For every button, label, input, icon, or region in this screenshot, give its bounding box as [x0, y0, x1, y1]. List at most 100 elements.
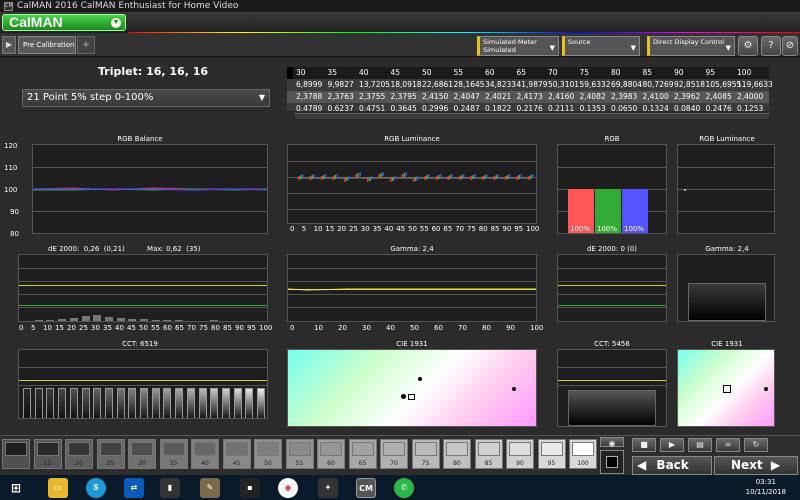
- cct-bar: [69, 388, 78, 418]
- add-tab-button[interactable]: +: [77, 36, 95, 54]
- swatch-color: [414, 442, 437, 456]
- swatch-20[interactable]: 20: [65, 439, 93, 469]
- swatch-85[interactable]: 85: [474, 439, 503, 469]
- table-scrollbar[interactable]: [295, 113, 769, 119]
- swatch-70[interactable]: 70: [380, 439, 408, 469]
- swatch-label: 100: [577, 460, 589, 467]
- table-cell: 0,1353: [579, 104, 606, 111]
- x-tick: 15: [55, 324, 64, 332]
- de-bar: [46, 320, 55, 321]
- app-icon[interactable]: ▪: [240, 478, 260, 498]
- x-tick: 30: [360, 225, 370, 233]
- save-icon[interactable]: ▤: [688, 438, 712, 452]
- luminance-mark: [401, 174, 403, 178]
- stop-button[interactable]: [600, 450, 624, 474]
- teamviewer-icon[interactable]: ⇄: [124, 478, 144, 498]
- luminance-mark: [440, 174, 442, 178]
- luminance-mark: [405, 172, 407, 176]
- tab-pre-calibration[interactable]: Pre Calibration: [18, 36, 76, 54]
- help-icon[interactable]: ?: [761, 36, 781, 56]
- x-tick: 35: [372, 225, 382, 233]
- file-explorer-icon[interactable]: ▭: [48, 478, 68, 498]
- table-cell: 2,3962: [674, 92, 701, 101]
- x-tick: 0: [290, 324, 295, 332]
- skype-icon[interactable]: S: [86, 478, 106, 498]
- whatsapp-icon[interactable]: ✆: [394, 478, 414, 498]
- table-cell: 50: [422, 68, 432, 77]
- chart-app-icon[interactable]: ▮: [160, 478, 180, 498]
- swatch-45[interactable]: 45: [222, 439, 251, 469]
- play-icon[interactable]: ▶: [660, 438, 684, 452]
- swatch-40[interactable]: 40: [191, 439, 219, 469]
- swatch-65[interactable]: 65: [348, 439, 377, 469]
- table-cell: 69,8804: [611, 80, 643, 89]
- swatch-color: [131, 442, 153, 456]
- swatch-80[interactable]: 80: [443, 439, 471, 469]
- green-bar-label: 100%: [597, 225, 618, 233]
- table-row[interactable]: 6,8999 9,9827 13,7205 18,0918 22,6861 28,1645…: [287, 79, 773, 91]
- refresh-icon[interactable]: ↻: [744, 438, 768, 452]
- meter-dropdown[interactable]: Simulated Meter Simulated ▼: [477, 36, 559, 56]
- luminance-mark: [336, 174, 338, 178]
- swatch-color: [5, 442, 27, 456]
- luminance-mark: [325, 174, 327, 178]
- source-dropdown[interactable]: Source ▼: [562, 36, 640, 56]
- swatch-30[interactable]: 30: [128, 439, 156, 469]
- luminance-mark: [394, 176, 396, 180]
- swatch-60[interactable]: 60: [317, 439, 345, 469]
- back-button[interactable]: ◀ Back: [632, 456, 712, 475]
- start-icon[interactable]: ⊞: [6, 478, 26, 498]
- table-cell: 18,0918: [390, 80, 422, 89]
- luminance-mark: [346, 177, 348, 181]
- x-tick: 100: [526, 225, 540, 233]
- stop-icon[interactable]: ■: [632, 438, 656, 452]
- nav-left-button[interactable]: ▶: [2, 36, 16, 54]
- table-cell: 0,1822: [485, 104, 512, 111]
- eye-icon[interactable]: ◉: [600, 437, 624, 448]
- table-row[interactable]: 2,3788 2,3763 2,3755 2,3795 2,4150 2,4047 2,40…: [287, 91, 769, 103]
- x-tick: 55: [151, 324, 160, 332]
- table-cell: 2,4085: [705, 92, 732, 101]
- swatch-color: [351, 442, 374, 456]
- table-cell: 41,9879: [516, 80, 548, 89]
- point-select-dropdown[interactable]: 21 Point 5% step 0-100% ▼: [22, 89, 270, 107]
- swatch-50[interactable]: 50: [254, 439, 282, 469]
- display-control-dropdown[interactable]: Direct Display Control ▼: [647, 36, 735, 56]
- swatch-95[interactable]: 95: [537, 439, 566, 469]
- swatch-75[interactable]: 75: [411, 439, 440, 469]
- swatch-15[interactable]: 15: [33, 439, 62, 469]
- swatch-100[interactable]: 100: [569, 439, 597, 469]
- table-cell: 92,8518: [674, 80, 706, 89]
- table-row[interactable]: 0,4789 0,6237 0,4751 0,3645 0,2996 0,2487 0,18…: [287, 103, 769, 111]
- next-button[interactable]: Next ▶: [714, 456, 798, 475]
- luminance-mark: [495, 175, 497, 179]
- x-tick: 75: [467, 225, 476, 233]
- swatch-35[interactable]: 35: [159, 439, 188, 469]
- paint-icon[interactable]: ✎: [200, 478, 220, 498]
- swatch-55[interactable]: 55: [285, 439, 314, 469]
- de-bar: [257, 321, 265, 322]
- close-icon[interactable]: ⊘: [782, 36, 798, 56]
- x-tick: 5: [31, 324, 36, 332]
- calman-logo-button[interactable]: CalMAN ▼: [2, 14, 126, 31]
- luminance-mark: [359, 172, 361, 176]
- rgb-balance-panel: RGB Balance 120 110 100 90 80: [0, 135, 280, 240]
- calman-task-icon[interactable]: CM: [356, 478, 376, 498]
- swatch-color: [68, 442, 90, 456]
- media-icon[interactable]: ✦: [318, 478, 338, 498]
- de-bar: [175, 320, 184, 321]
- loop-icon[interactable]: ∞: [716, 438, 740, 452]
- cct-bar: [151, 388, 160, 418]
- chrome-icon[interactable]: ◉: [278, 478, 298, 498]
- rgb-balance-lines: [33, 187, 267, 191]
- gamma-plot: [287, 254, 537, 322]
- panel-title: CCT: 6519: [122, 340, 158, 348]
- swatch-label: 30: [138, 460, 146, 467]
- swatch-90[interactable]: 90: [506, 439, 534, 469]
- gear-icon[interactable]: ⚙: [738, 36, 758, 56]
- x-tick: 95: [514, 225, 524, 233]
- swatch-first[interactable]: [2, 439, 30, 469]
- swatch-label: 45: [232, 460, 241, 467]
- table-cell: 70: [548, 68, 558, 77]
- swatch-25[interactable]: 25: [96, 439, 125, 469]
